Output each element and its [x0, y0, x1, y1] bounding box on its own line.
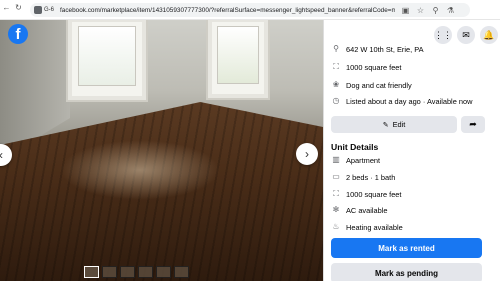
listing-photo[interactable] — [0, 20, 323, 281]
share-arrow-icon: ➦ — [469, 119, 477, 129]
share-button[interactable]: ➦ — [461, 116, 485, 133]
edit-button[interactable]: ✎ Edit — [331, 116, 457, 133]
unit-type-row: ▥ Apartment — [331, 155, 380, 165]
messenger-button[interactable]: ✉ — [457, 26, 475, 44]
bookmark-star-icon[interactable]: ☆ — [416, 6, 425, 15]
snowflake-icon: ✻ — [332, 205, 340, 214]
room-window-left — [68, 20, 146, 100]
address-text: 642 W 10th St, Erie, PA — [346, 44, 424, 54]
ac-text: AC available — [346, 205, 388, 215]
bed-icon: ▭ — [332, 172, 340, 181]
photo-thumbnail[interactable] — [84, 266, 99, 278]
back-arrow-icon[interactable]: ← — [2, 3, 11, 12]
address-row: ⚲ 642 W 10th St, Erie, PA — [331, 44, 424, 54]
reload-icon[interactable]: ↻ — [14, 3, 23, 12]
area-row: ⛶ 1000 square feet — [331, 62, 401, 72]
clock-icon: ◷ — [332, 96, 340, 105]
heating-text: Heating available — [346, 222, 403, 232]
lab-flask-icon[interactable]: ⚗ — [446, 6, 455, 15]
mark-as-pending-button[interactable]: Mark as pending — [331, 263, 482, 281]
heating-row: ♨ Heating available — [331, 222, 403, 232]
messenger-icon: ✉ — [462, 29, 470, 40]
photo-thumbnail[interactable] — [120, 266, 135, 278]
photo-thumbnail[interactable] — [102, 266, 117, 278]
bell-icon: 🔔 — [483, 29, 495, 40]
browser-toolbar: ← ↻ G-6 facebook.com/marketplace/item/14… — [0, 0, 500, 20]
room-window-right — [208, 20, 268, 98]
tab-group-icon — [34, 6, 42, 14]
header-actions: ⋮⋮ ✉ 🔔 — [434, 26, 498, 44]
area-text: 1000 square feet — [346, 62, 402, 72]
grid-icon: ⋮⋮ — [434, 29, 452, 40]
building-icon: ▥ — [332, 155, 340, 164]
cast-icon[interactable]: ▣ — [401, 6, 410, 15]
photo-thumbnail-strip — [84, 266, 189, 278]
pets-row: ❀ Dog and cat friendly — [331, 80, 412, 90]
address-bar[interactable]: G-6 facebook.com/marketplace/item/143105… — [30, 3, 470, 17]
listed-text: Listed about a day ago · Available now — [346, 96, 473, 106]
photo-thumbnail[interactable] — [174, 266, 189, 278]
unit-area-text: 1000 square feet — [346, 189, 402, 199]
square-footage-icon: ⛶ — [333, 62, 339, 71]
floor-light-reflection — [60, 140, 220, 200]
listed-row: ◷ Listed about a day ago · Available now — [331, 96, 473, 106]
chevron-right-icon: › — [305, 147, 309, 161]
mark-as-rented-button[interactable]: Mark as rented — [331, 238, 482, 258]
extension-icon[interactable]: ⚲ — [431, 6, 440, 15]
listing-actions: ✎ Edit ➦ — [331, 116, 485, 133]
edit-label: Edit — [392, 120, 406, 129]
photo-thumbnail[interactable] — [138, 266, 153, 278]
pencil-icon: ✎ — [382, 121, 389, 129]
ac-row: ✻ AC available — [331, 205, 388, 215]
beds-baths-text: 2 beds · 1 bath — [346, 172, 396, 182]
tab-group-label: G-6 — [44, 7, 55, 13]
unit-area-row: ⛶ 1000 square feet — [331, 189, 401, 199]
photo-thumbnail[interactable] — [156, 266, 171, 278]
paw-icon: ❀ — [332, 80, 340, 89]
beds-baths-row: ▭ 2 beds · 1 bath — [331, 172, 395, 182]
unit-details-heading: Unit Details — [331, 142, 379, 152]
square-footage-icon: ⛶ — [333, 189, 339, 198]
facebook-logo-icon[interactable]: f — [8, 24, 28, 44]
location-pin-icon: ⚲ — [333, 44, 339, 53]
chevron-left-icon: ‹ — [0, 148, 3, 162]
next-photo-button[interactable]: › — [296, 143, 318, 165]
notifications-button[interactable]: 🔔 — [480, 26, 498, 44]
menu-grid-button[interactable]: ⋮⋮ — [434, 26, 452, 44]
pets-text: Dog and cat friendly — [346, 80, 412, 90]
url-text[interactable]: facebook.com/marketplace/item/1431059307… — [60, 7, 395, 14]
tab-group-chip[interactable]: G-6 — [34, 6, 54, 14]
heat-icon: ♨ — [332, 222, 340, 231]
unit-type-text: Apartment — [346, 155, 381, 165]
